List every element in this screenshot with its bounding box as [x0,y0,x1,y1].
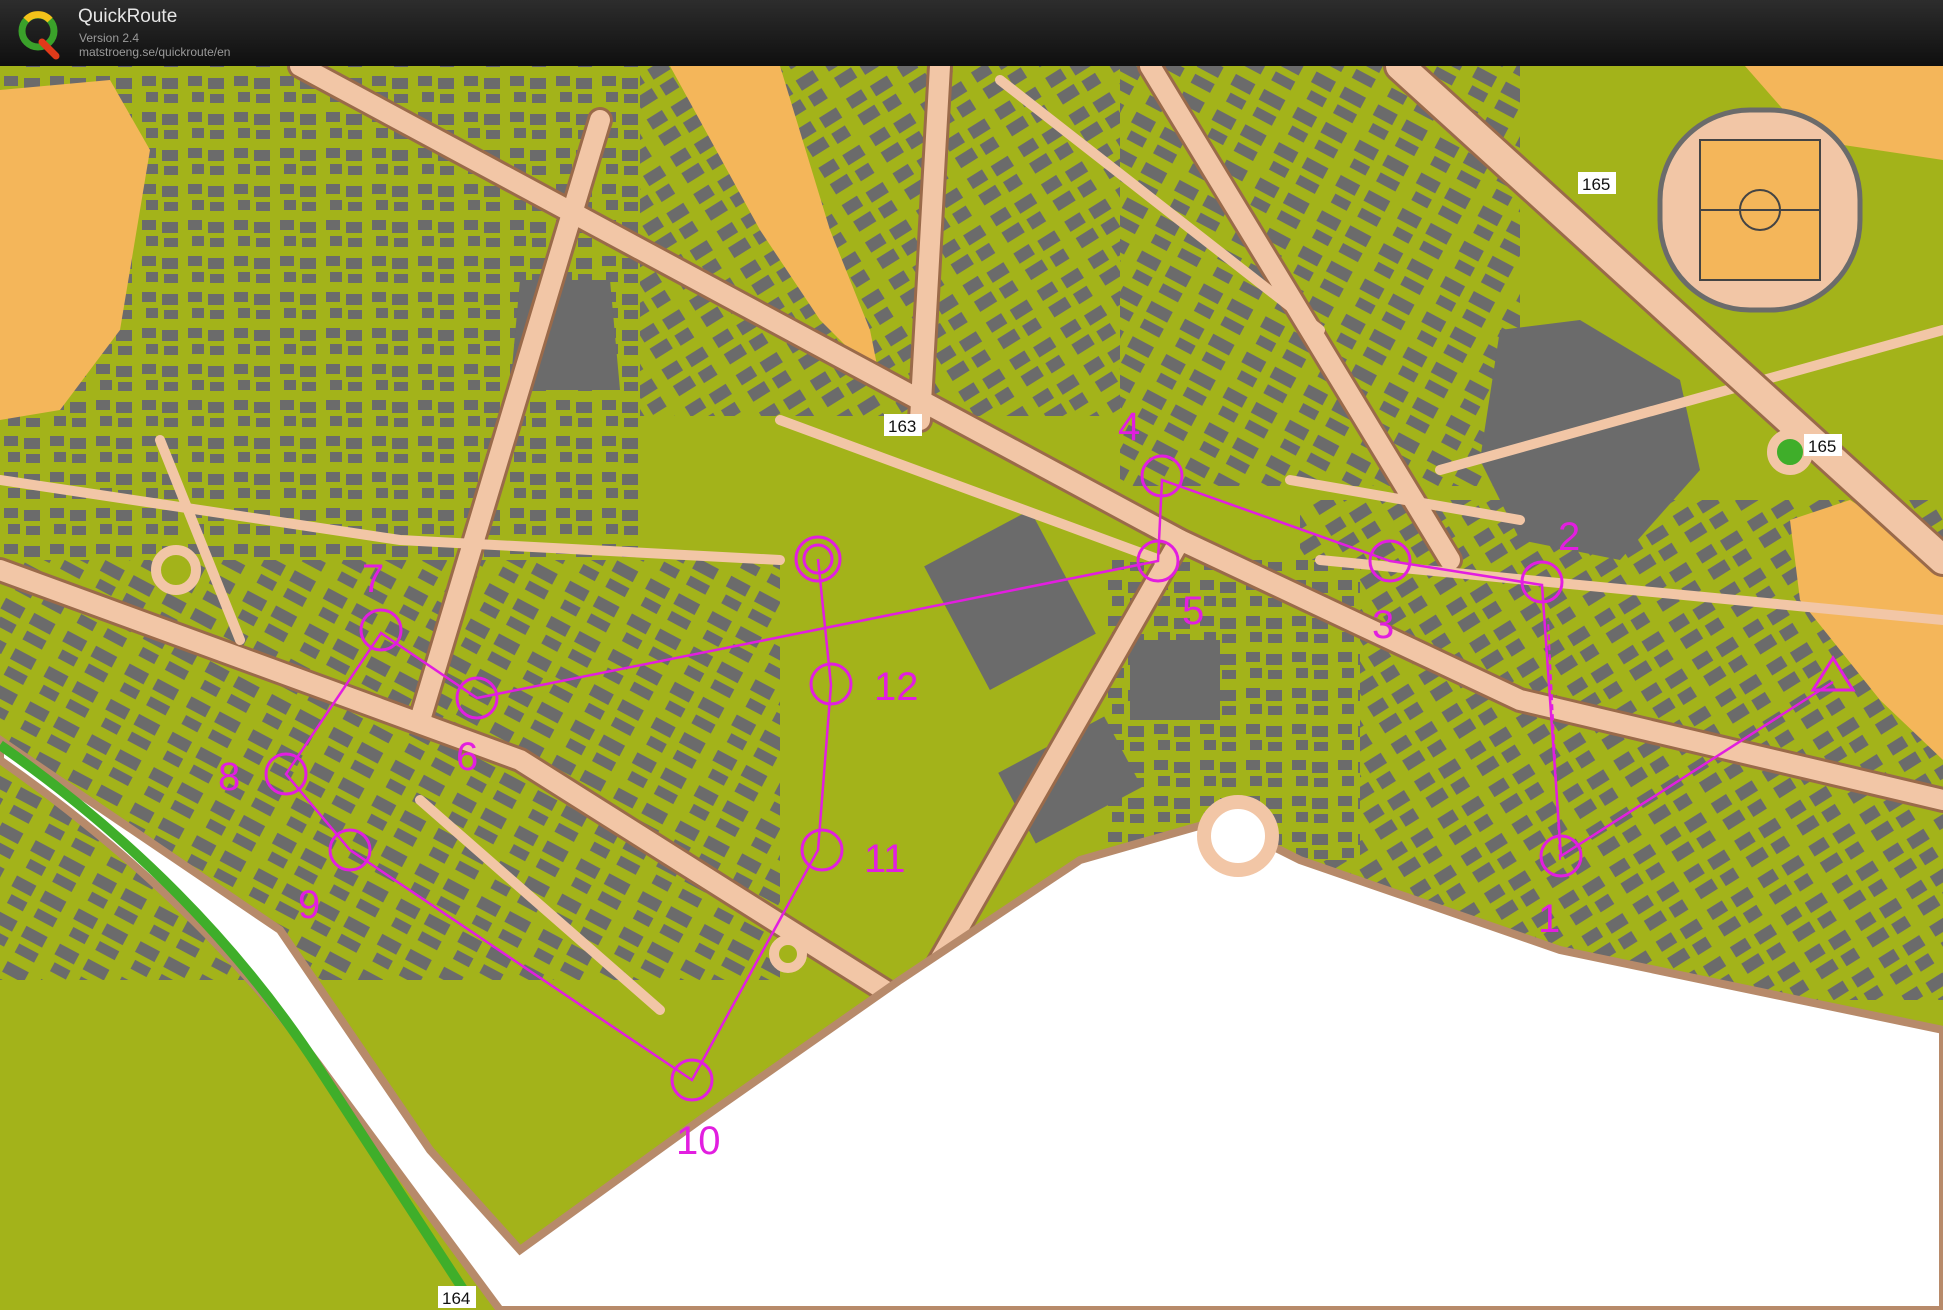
height-label: 164 [442,1289,470,1308]
quickroute-q-logo-icon [18,11,60,60]
app-url[interactable]: matstroeng.se/quickroute/en [79,45,230,59]
control-number-2: 2 [1558,515,1580,559]
control-number-8: 8 [218,755,240,799]
height-label: 163 [888,417,916,436]
control-number-3: 3 [1372,603,1394,647]
app-version: Version 2.4 [79,31,140,45]
orienteering-map[interactable]: 1 2 3 4 5 6 7 8 9 10 11 12 163 165 165 1… [0,66,1943,1310]
control-number-1: 1 [1538,897,1560,941]
control-number-4: 4 [1118,405,1140,449]
control-number-10: 10 [676,1119,721,1163]
control-number-9: 9 [298,883,320,927]
app-title: QuickRoute [78,6,178,27]
control-number-7: 7 [362,557,384,601]
title-bar: QuickRoute Version 2.4 matstroeng.se/qui… [0,0,1943,66]
control-number-6: 6 [456,735,478,779]
control-number-5: 5 [1182,589,1204,633]
control-number-11: 11 [864,837,906,881]
map-canvas[interactable]: 1 2 3 4 5 6 7 8 9 10 11 12 163 165 165 1… [0,66,1943,1310]
sports-ground [1657,107,1863,313]
height-label: 165 [1582,175,1610,194]
control-number-12: 12 [874,665,919,709]
height-label: 165 [1808,437,1836,456]
